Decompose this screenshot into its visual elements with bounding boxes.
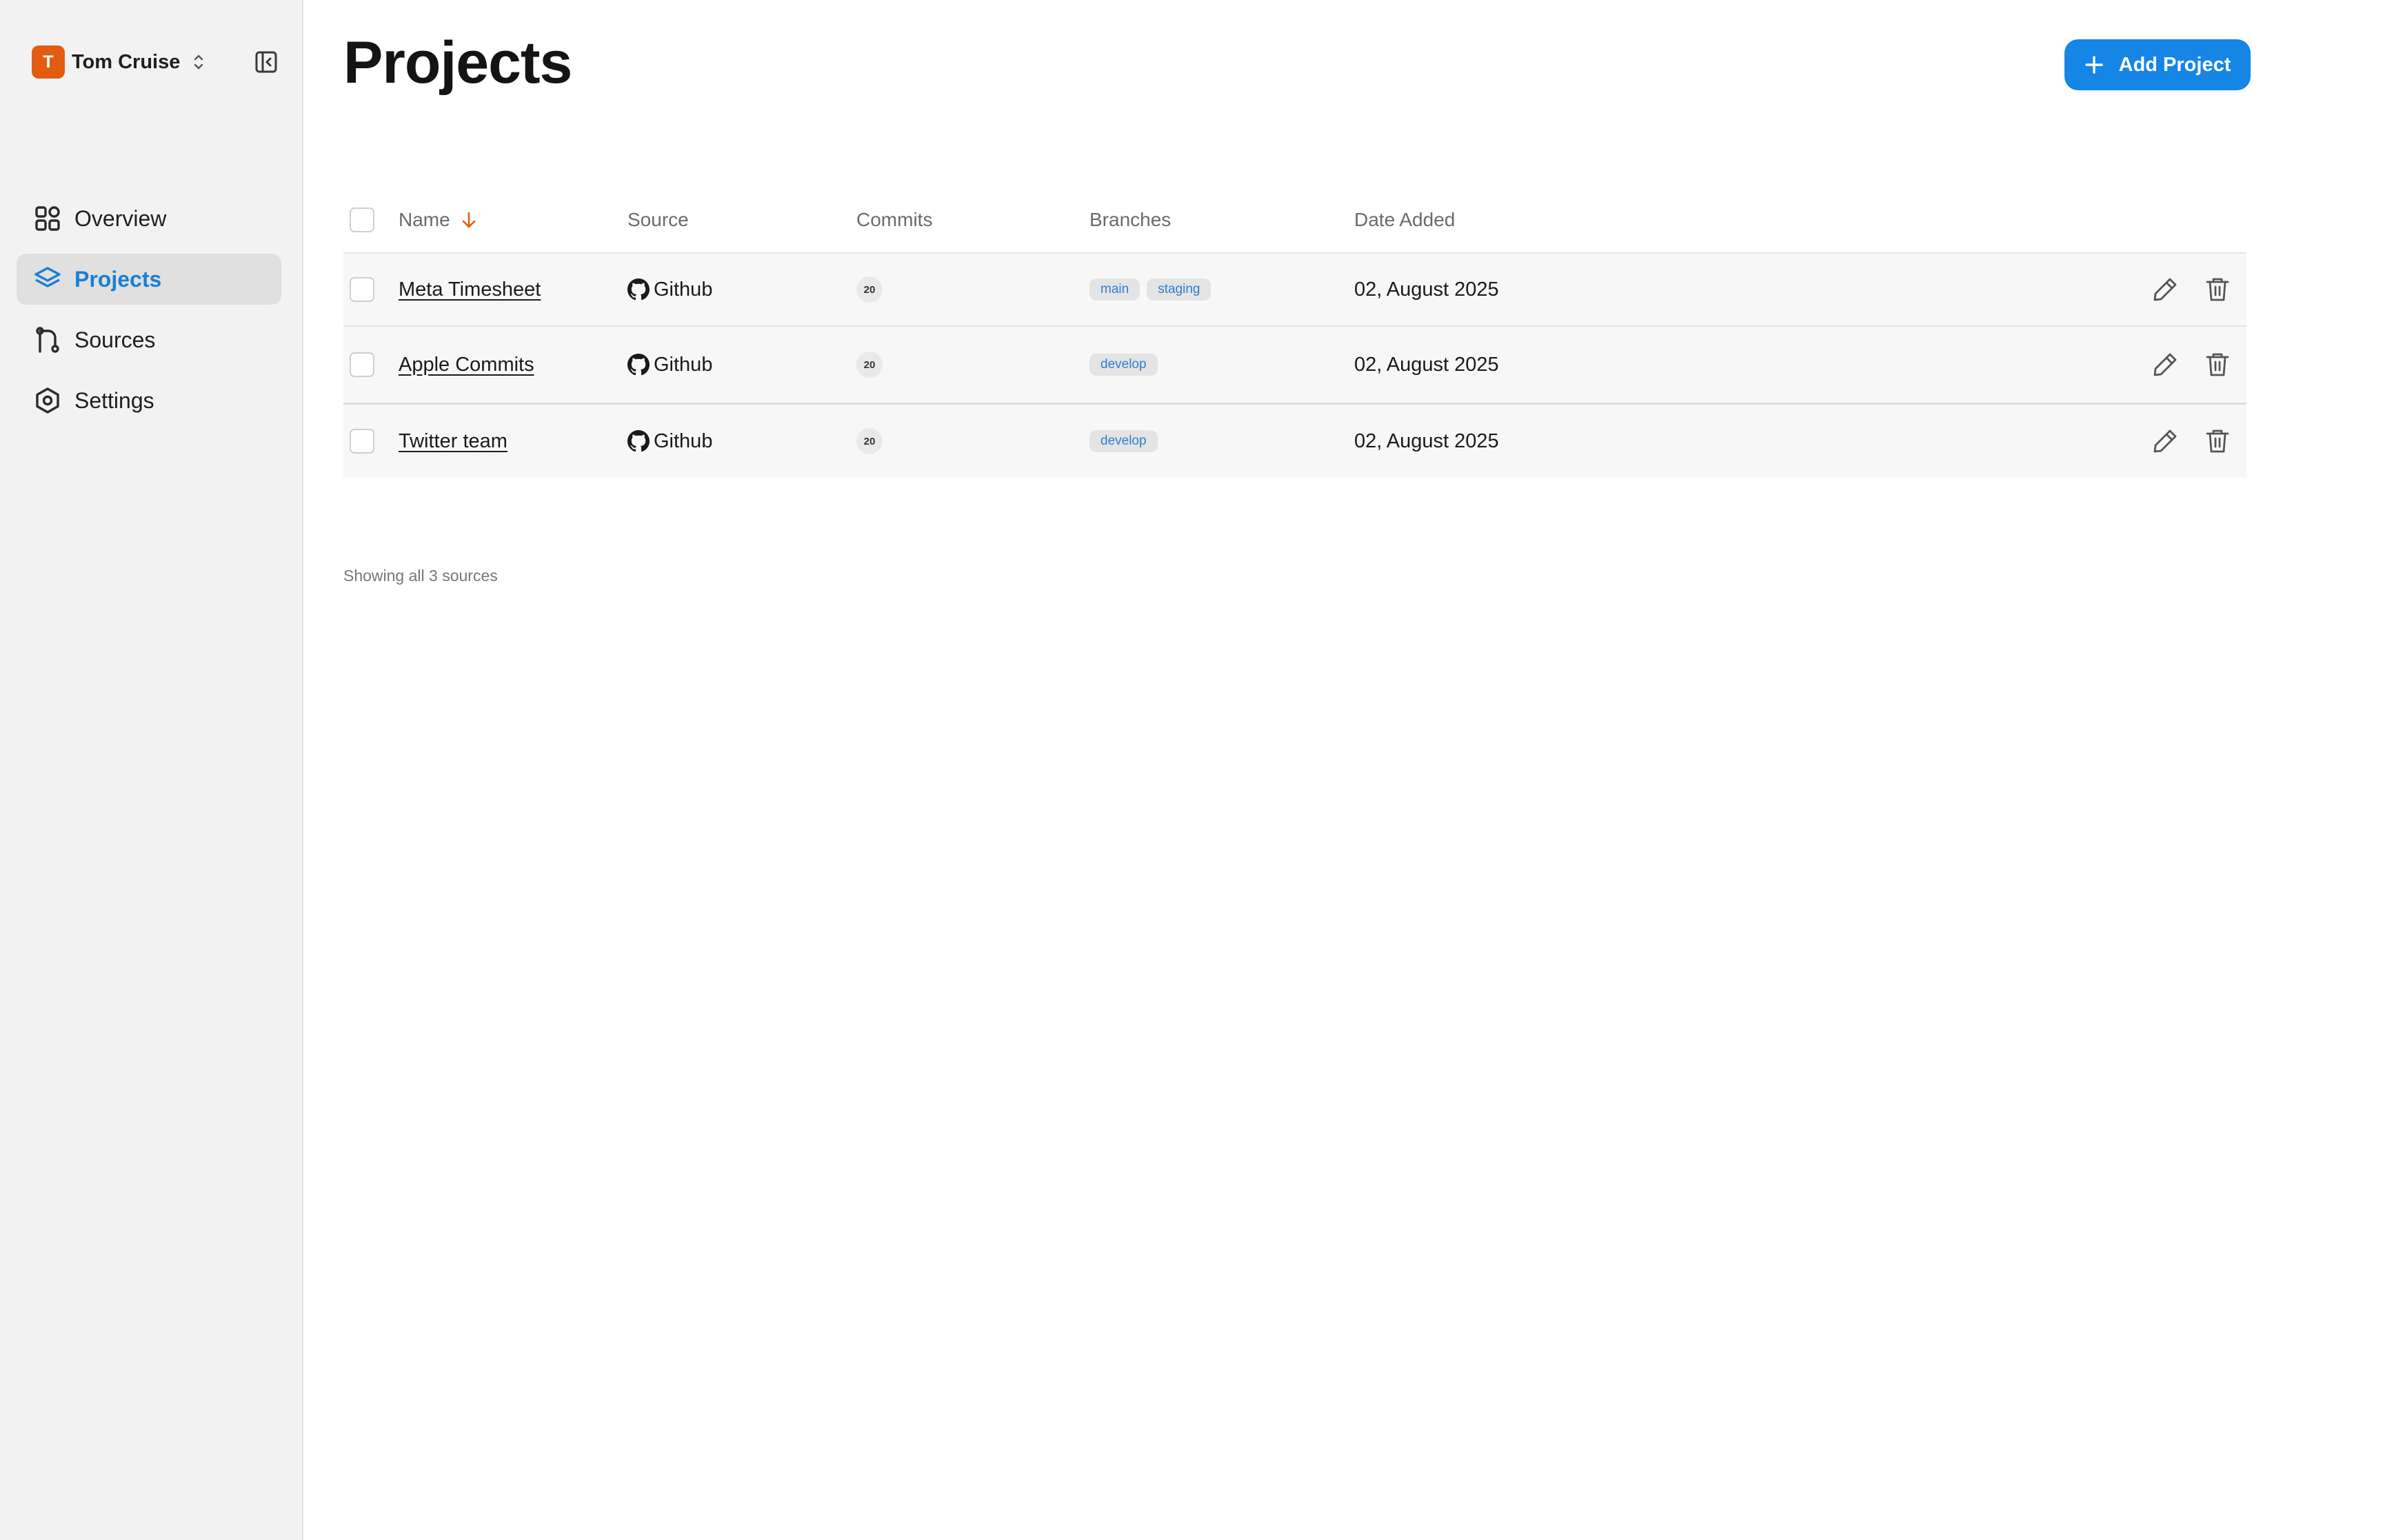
sidebar-nav: Overview Projects Sources Settings xyxy=(17,193,281,436)
add-project-button[interactable]: Add Project xyxy=(2064,39,2251,90)
user-switcher[interactable]: T Tom Cruise xyxy=(32,45,205,79)
sidebar-item-overview[interactable]: Overview xyxy=(17,193,281,244)
branch-tag: develop xyxy=(1089,430,1158,452)
table-row: Apple Commits Github 20 develop 02, Augu… xyxy=(343,327,2246,405)
column-header-date-added: Date Added xyxy=(1354,209,1456,230)
row-checkbox[interactable] xyxy=(350,352,374,377)
edit-button[interactable] xyxy=(2150,426,2180,456)
delete-button[interactable] xyxy=(2202,426,2233,456)
source-label: Github xyxy=(654,429,713,452)
source-label: Github xyxy=(654,278,713,301)
column-header-branches: Branches xyxy=(1089,209,1172,230)
sidebar-item-projects[interactable]: Projects xyxy=(17,254,281,305)
grid-icon xyxy=(33,204,62,233)
user-name: Tom Cruise xyxy=(72,50,181,73)
main-content: Projects Add Project Name Source Commits… xyxy=(303,0,2383,1540)
add-project-label: Add Project xyxy=(2118,53,2231,76)
project-name-link[interactable]: Meta Timesheet xyxy=(399,278,541,301)
sidebar-item-label: Projects xyxy=(74,266,162,292)
edit-button[interactable] xyxy=(2150,349,2180,380)
chevron-up-down-icon xyxy=(192,53,205,71)
row-checkbox[interactable] xyxy=(350,277,374,302)
branch-tag: staging xyxy=(1147,278,1211,301)
delete-button[interactable] xyxy=(2202,349,2233,380)
table-header: Name Source Commits Branches Date Added xyxy=(343,188,2246,254)
sidebar-toggle-button[interactable] xyxy=(254,50,279,74)
project-name-link[interactable]: Twitter team xyxy=(399,430,507,453)
date-added: 02, August 2025 xyxy=(1354,353,1499,376)
table-row: Meta Timesheet Github 20 main staging 02… xyxy=(343,254,2246,327)
date-added: 02, August 2025 xyxy=(1354,278,1499,301)
sort-arrow-down-icon[interactable] xyxy=(461,211,476,229)
trash-icon xyxy=(2206,429,2229,453)
sidebar-collapse-icon xyxy=(255,51,277,73)
source-label: Github xyxy=(654,353,713,376)
commits-count-badge: 20 xyxy=(856,428,883,454)
project-name-link[interactable]: Apple Commits xyxy=(399,354,534,376)
sidebar-item-sources[interactable]: Sources xyxy=(17,314,281,365)
pencil-icon xyxy=(2153,278,2177,301)
sidebar: T Tom Cruise Overview Projects Sources S… xyxy=(0,0,303,1540)
avatar: T xyxy=(32,45,65,79)
branch-tag: main xyxy=(1089,278,1140,301)
git-branch-icon xyxy=(33,325,62,354)
projects-table: Name Source Commits Branches Date Added … xyxy=(343,188,2246,478)
settings-hexagon-icon xyxy=(33,386,62,415)
page-title: Projects xyxy=(343,30,572,96)
github-icon xyxy=(627,430,650,452)
commits-count-badge: 20 xyxy=(856,276,883,303)
column-header-source: Source xyxy=(627,209,689,230)
sidebar-item-label: Sources xyxy=(74,327,156,352)
plus-icon xyxy=(2084,55,2104,74)
pencil-icon xyxy=(2153,353,2177,376)
table-row: Twitter team Github 20 develop 02, Augus… xyxy=(343,405,2246,478)
results-summary: Showing all 3 sources xyxy=(343,567,498,585)
trash-icon xyxy=(2206,278,2229,301)
commits-count-badge: 20 xyxy=(856,352,883,378)
layers-icon xyxy=(33,265,62,294)
sidebar-item-label: Settings xyxy=(74,387,154,413)
branch-tag: develop xyxy=(1089,354,1158,376)
edit-button[interactable] xyxy=(2150,274,2180,305)
select-all-checkbox[interactable] xyxy=(350,207,374,232)
github-icon xyxy=(627,278,650,301)
date-added: 02, August 2025 xyxy=(1354,429,1499,452)
row-checkbox[interactable] xyxy=(350,429,374,454)
github-icon xyxy=(627,354,650,376)
sidebar-item-label: Overview xyxy=(74,205,167,231)
column-header-name[interactable]: Name xyxy=(399,209,476,231)
delete-button[interactable] xyxy=(2202,274,2233,305)
sidebar-item-settings[interactable]: Settings xyxy=(17,375,281,426)
pencil-icon xyxy=(2153,429,2177,453)
column-header-commits: Commits xyxy=(856,209,933,230)
trash-icon xyxy=(2206,353,2229,376)
